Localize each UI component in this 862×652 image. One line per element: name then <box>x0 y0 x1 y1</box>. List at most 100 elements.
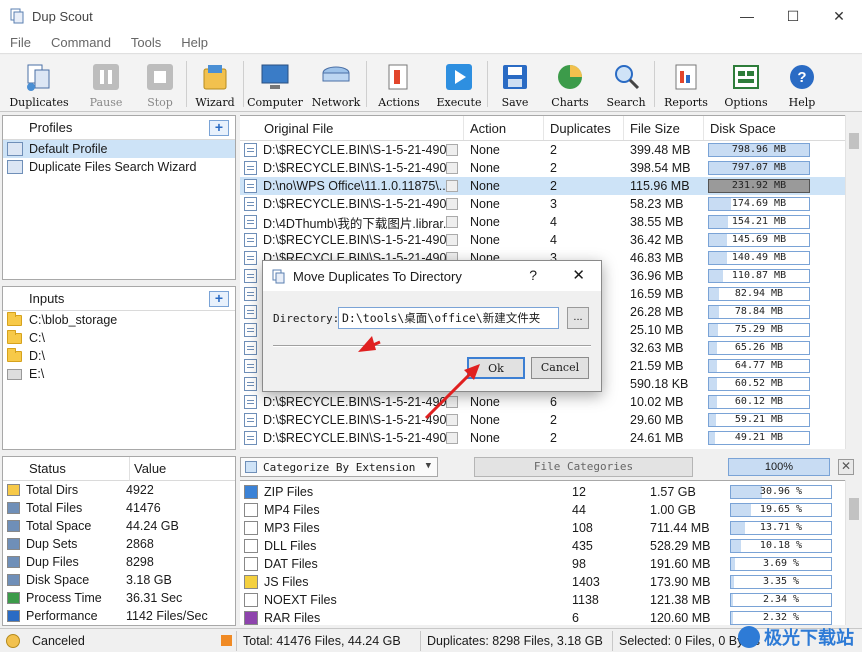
directory-input[interactable]: D:\tools\桌面\office\新建文件夹 <box>338 307 559 329</box>
table-row[interactable]: D:\$RECYCLE.BIN\S-1-5-21-490... None 2 398.… <box>240 159 845 177</box>
category-scrollbar[interactable] <box>845 480 861 625</box>
categorize-select[interactable]: Categorize By Extension ▼ <box>240 457 438 477</box>
minimize-button[interactable]: — <box>724 0 770 32</box>
close-button[interactable]: ✕ <box>816 0 862 32</box>
menu-tools[interactable]: Tools <box>121 35 171 50</box>
input-item[interactable]: E:\ <box>3 365 235 383</box>
file-icon <box>244 269 257 283</box>
stop-icon <box>147 64 173 90</box>
options-button[interactable]: Options <box>717 55 775 112</box>
profile-item[interactable]: Duplicate Files Search Wizard <box>3 158 235 176</box>
menu-file[interactable]: File <box>0 35 41 50</box>
disk-space-bar: 154.21 MB <box>708 215 810 229</box>
category-rows: ZIP Files 12 1.57 GB 30.96 % MP4 Files 44 1.00… <box>240 481 845 625</box>
stats-panel: Status Value Total Dirs 4922 Total Files 41… <box>2 456 236 626</box>
menu-command[interactable]: Command <box>41 35 121 50</box>
status-arrow-icon[interactable] <box>221 635 232 646</box>
menu-help[interactable]: Help <box>171 35 218 50</box>
category-size: 173.90 MB <box>650 575 711 589</box>
add-input-button[interactable]: + <box>209 291 229 307</box>
input-item[interactable]: C:\blob_storage <box>3 311 235 329</box>
category-percent-bar: 3.35 % <box>730 575 832 589</box>
disk-space-bar: 78.84 MB <box>708 305 810 319</box>
col-original-file[interactable]: Original File <box>240 116 464 140</box>
stats-col-status: Status <box>29 461 66 476</box>
category-size: 191.60 MB <box>650 557 711 571</box>
disk-space-value: 49.21 MB <box>734 432 784 443</box>
dialog-help-button[interactable]: ? <box>529 267 537 283</box>
table-row[interactable]: D:\$RECYCLE.BIN\S-1-5-21-490... None 3 58.2… <box>240 195 845 213</box>
save-button[interactable]: Save <box>488 55 542 112</box>
table-row[interactable]: D:\4DThumb\我的下载图片.librar... None 4 38.55 MB… <box>240 213 845 231</box>
wizard-button[interactable]: Wizard <box>187 55 243 112</box>
cancel-button[interactable]: Cancel <box>531 357 589 379</box>
computer-button[interactable]: Computer <box>244 55 306 112</box>
ok-button[interactable]: Ok <box>467 357 525 379</box>
disk-space-value: 145.69 MB <box>731 234 787 245</box>
table-row[interactable]: D:\$RECYCLE.BIN\S-1-5-21-490... None 2 399.… <box>240 141 845 159</box>
help-icon: ? <box>790 65 814 89</box>
table-row[interactable]: D:\$RECYCLE.BIN\S-1-5-21-490... None 2 24.6… <box>240 429 845 447</box>
category-percent-fill <box>731 522 745 534</box>
maximize-button[interactable]: ☐ <box>770 0 816 32</box>
file-categories-button[interactable]: File Categories <box>474 457 693 477</box>
results-header: Original File Action Duplicates File Siz… <box>240 116 845 141</box>
scrollbar-thumb[interactable] <box>849 133 859 149</box>
col-file-size[interactable]: File Size <box>624 116 704 140</box>
category-row[interactable]: NOEXT Files 1138 121.38 MB 2.34 % <box>240 591 845 609</box>
charts-button[interactable]: Charts <box>542 55 598 112</box>
table-row[interactable]: D:\$RECYCLE.BIN\S-1-5-21-490... None 2 29.6… <box>240 411 845 429</box>
help-button[interactable]: ? Help <box>775 55 829 112</box>
duplicates-button[interactable]: Duplicates <box>0 55 78 112</box>
stat-icon <box>7 610 20 622</box>
actions-button[interactable]: Actions <box>367 55 431 112</box>
close-categories-button[interactable]: ✕ <box>838 459 854 475</box>
execute-button[interactable]: Execute <box>431 55 487 112</box>
reports-button[interactable]: Reports <box>655 55 717 112</box>
table-row[interactable]: D:\$RECYCLE.BIN\S-1-5-21-490... None 6 10.0… <box>240 393 845 411</box>
disk-space-fill <box>709 288 719 300</box>
disk-space-fill <box>709 234 727 246</box>
browse-button[interactable]: ... <box>567 307 589 329</box>
search-button[interactable]: Search <box>598 55 654 112</box>
action-cell: None <box>470 215 500 229</box>
table-row[interactable]: D:\no\WPS Office\11.1.0.11875\... None 2 11… <box>240 177 845 195</box>
category-row[interactable]: ZIP Files 12 1.57 GB 30.96 % <box>240 483 845 501</box>
original-file-cell: D:\$RECYCLE.BIN\S-1-5-21-490... <box>263 143 446 157</box>
dialog-title-bar: Move Duplicates To Directory ? ✕ <box>263 261 601 291</box>
category-row[interactable]: DAT Files 98 191.60 MB 3.69 % <box>240 555 845 573</box>
scrollbar-thumb[interactable] <box>849 498 859 520</box>
col-action[interactable]: Action <box>464 116 544 140</box>
reports-icon <box>675 64 697 90</box>
network-button[interactable]: Network <box>306 55 366 112</box>
category-row[interactable]: JS Files 1403 173.90 MB 3.35 % <box>240 573 845 591</box>
col-disk-space[interactable]: Disk Space <box>704 116 829 140</box>
stop-button[interactable]: Stop <box>134 55 186 112</box>
add-profile-button[interactable]: + <box>209 120 229 136</box>
stat-label: Dup Files <box>26 555 79 569</box>
results-scrollbar[interactable] <box>845 115 861 449</box>
category-row[interactable]: DLL Files 435 528.29 MB 10.18 % <box>240 537 845 555</box>
input-item[interactable]: D:\ <box>3 347 235 365</box>
table-row[interactable]: D:\$RECYCLE.BIN\S-1-5-21-490... None 4 36.4… <box>240 231 845 249</box>
file-type-icon <box>244 557 258 571</box>
options-icon <box>733 65 759 89</box>
original-file-cell: D:\4DThumb\我的下载图片.librar... <box>263 216 446 231</box>
disk-space-fill <box>709 216 728 228</box>
file-icon <box>244 161 257 175</box>
category-name: RAR Files <box>264 611 321 625</box>
dialog-close-button[interactable]: ✕ <box>572 266 585 284</box>
toolbar: Duplicates Pause Stop Wizard Computer Ne… <box>0 55 862 112</box>
directory-label: Directory: <box>273 312 340 325</box>
category-size: 1.57 GB <box>650 485 696 499</box>
pause-button[interactable]: Pause <box>78 55 134 112</box>
disk-space-bar: 75.29 MB <box>708 323 810 337</box>
category-row[interactable]: MP4 Files 44 1.00 GB 19.65 % <box>240 501 845 519</box>
category-row[interactable]: MP3 Files 108 711.44 MB 13.71 % <box>240 519 845 537</box>
folder-icon <box>7 329 22 344</box>
category-row[interactable]: RAR Files 6 120.60 MB 2.32 % <box>240 609 845 625</box>
profile-item[interactable]: Default Profile <box>3 140 235 158</box>
col-duplicates[interactable]: Duplicates <box>544 116 624 140</box>
input-item[interactable]: C:\ <box>3 329 235 347</box>
category-percent-bar: 30.96 % <box>730 485 832 499</box>
